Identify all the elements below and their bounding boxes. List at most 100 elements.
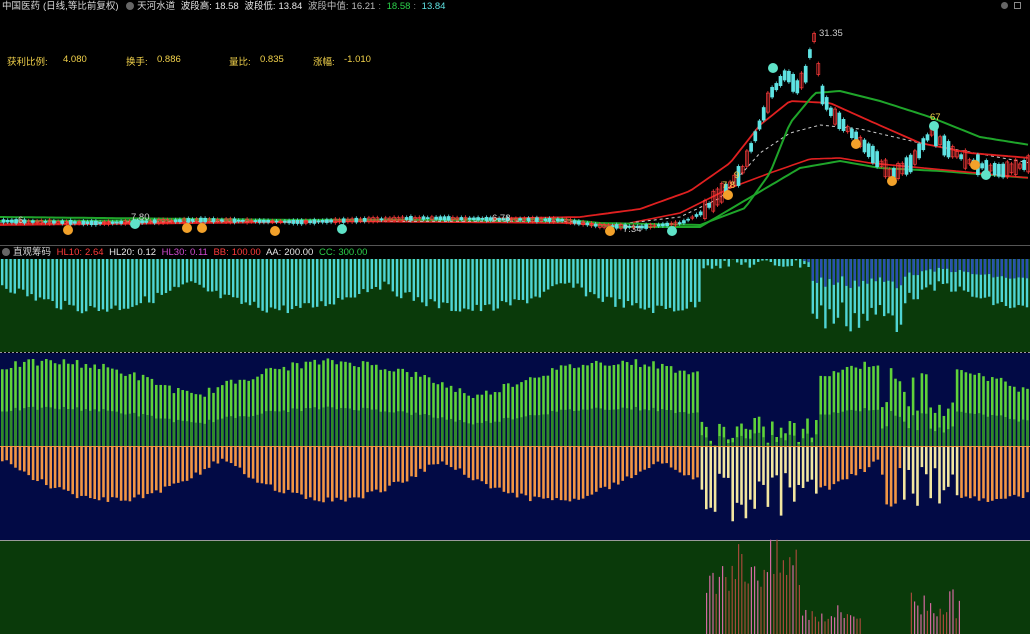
chip-bar: [975, 259, 978, 275]
chip-bar: [794, 259, 798, 261]
up-volume-bar: [102, 409, 105, 446]
up-volume-bar: [260, 413, 264, 446]
up-volume-bar: [876, 409, 880, 446]
indicator-settings-icon[interactable]: [126, 2, 135, 10]
down-volume-bar: [696, 447, 699, 478]
up-volume-bar: [119, 413, 123, 446]
price-pane[interactable]: [0, 13, 1030, 245]
up-volume-bar: [920, 413, 924, 446]
candle: [98, 221, 102, 225]
down-volume-bar: [234, 447, 237, 467]
up-volume-bar: [80, 410, 83, 446]
candle: [220, 219, 224, 222]
candle: [409, 216, 413, 221]
chip-bar: [643, 259, 646, 310]
chip-bar: [799, 259, 802, 268]
chip-bar: [500, 259, 504, 302]
spike-bar: [757, 580, 759, 634]
chip-bar: [374, 259, 378, 287]
candle: [820, 85, 825, 105]
pane-maximize-icon[interactable]: [1014, 2, 1021, 9]
sub-indicator-settings-icon[interactable]: [2, 248, 10, 256]
chip-bar: [815, 259, 819, 283]
hl10-label: HL10:: [56, 247, 83, 258]
buy-signal-icon: [182, 223, 192, 233]
up-volume-bar: [335, 409, 338, 446]
up-volume-bar: [793, 435, 796, 446]
up-volume-bar: [749, 438, 752, 446]
chip-bar: [215, 259, 218, 291]
chip-bar: [988, 259, 991, 275]
up-volume-bar: [999, 415, 1003, 446]
chip-bar: [836, 259, 840, 283]
candle: [543, 218, 548, 221]
chip-bar: [786, 259, 789, 267]
down-volume-bar: [423, 447, 426, 472]
down-volume-bar: [322, 447, 325, 503]
chip-bar: [841, 259, 844, 277]
down-volume-bar: [225, 447, 228, 462]
up-volume-bar: [357, 410, 360, 446]
candle: [5, 219, 10, 223]
down-volume-bar: [471, 447, 475, 481]
stock-name[interactable]: 中国医药: [2, 1, 40, 12]
main-indicator-name[interactable]: 天河水道: [137, 1, 175, 12]
chip-bar: [391, 259, 394, 292]
spike-bar: [853, 616, 855, 634]
down-volume-bar: [221, 447, 224, 459]
chip-bar: [85, 259, 88, 312]
down-volume-bar: [269, 447, 272, 485]
down-volume-bar: [14, 447, 17, 468]
up-volume-bar: [181, 420, 184, 446]
spike-bar: [795, 549, 797, 634]
chip-bar: [101, 259, 105, 310]
up-volume-bar: [867, 410, 871, 446]
candle: [921, 138, 926, 151]
spike-bar: [946, 612, 948, 634]
down-volume-bar: [401, 447, 404, 483]
chip-bar: [135, 259, 138, 306]
sub-indicator-name[interactable]: 直观筹码: [13, 247, 51, 258]
down-volume-bar: [102, 447, 105, 498]
chip-bar: [379, 259, 382, 290]
up-volume-bar: [559, 409, 563, 446]
chip-bar: [887, 259, 890, 281]
up-volume-bar: [172, 422, 176, 446]
candle: [787, 70, 791, 83]
up-volume-bar: [832, 412, 836, 446]
candle: [904, 157, 909, 175]
chip-bar: [211, 259, 214, 292]
down-volume-bar: [568, 447, 572, 502]
pane-menu-icon[interactable]: [1001, 2, 1008, 9]
down-volume-bar: [595, 447, 598, 492]
down-volume-bar: [625, 447, 629, 477]
down-volume-bar: [942, 447, 946, 491]
chip-distribution-pane[interactable]: [0, 259, 1030, 634]
down-volume-bar: [674, 447, 677, 470]
spike-bar: [859, 618, 861, 634]
candle: [287, 220, 291, 224]
wave-high-label: 波段高:: [180, 1, 212, 12]
candle: [959, 154, 963, 160]
candle: [850, 128, 854, 139]
down-volume-bar: [841, 447, 844, 480]
spike-bar: [709, 575, 711, 634]
chip-bar: [778, 259, 781, 267]
down-volume-bar: [621, 447, 624, 481]
sell-signal-icon: [981, 170, 991, 180]
down-volume-bar: [27, 447, 30, 476]
candle: [299, 219, 304, 225]
chip-bar: [668, 259, 672, 308]
up-volume-bar: [942, 432, 946, 446]
chip-bar: [656, 259, 659, 306]
up-volume-bar: [643, 409, 646, 446]
down-volume-bar: [885, 447, 888, 505]
chip-bar: [694, 259, 697, 308]
chip-bar: [895, 259, 898, 289]
chip-bar: [1, 259, 4, 286]
down-volume-bar: [898, 447, 902, 469]
buy-signal-icon: [723, 190, 733, 200]
candle: [795, 80, 800, 94]
down-volume-bar: [705, 447, 708, 510]
up-volume-bar: [124, 414, 127, 446]
